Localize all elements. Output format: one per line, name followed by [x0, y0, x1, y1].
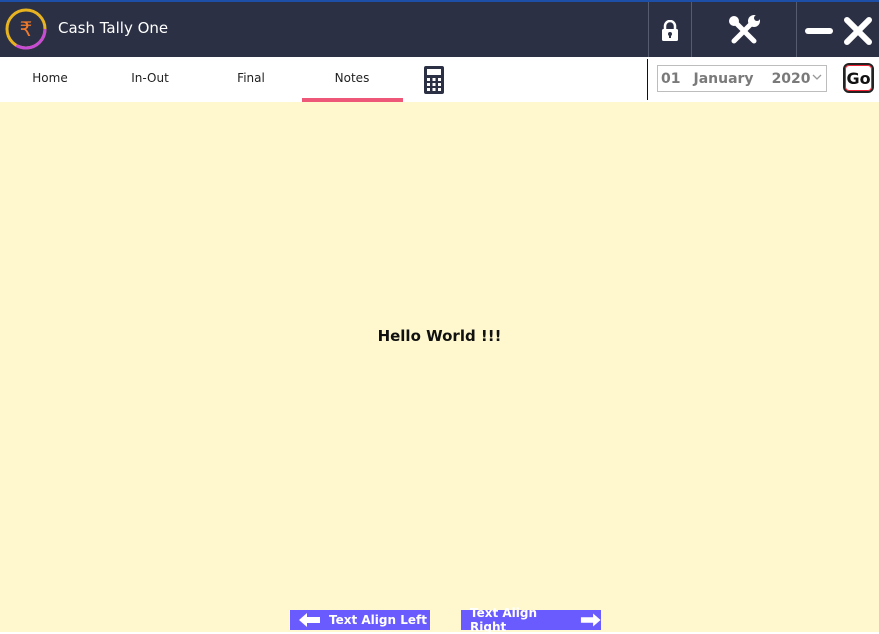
tools-icon	[729, 14, 760, 43]
go-button[interactable]: Go	[843, 63, 874, 93]
date-day: 01	[661, 70, 681, 87]
app-title: Cash Tally One	[58, 19, 169, 37]
minimize-button[interactable]	[802, 2, 836, 59]
rupee-logo-icon: ₹	[5, 8, 47, 50]
text-align-right-button[interactable]: Text Align Right	[461, 606, 601, 634]
divider	[647, 59, 648, 100]
close-button[interactable]	[840, 2, 876, 59]
text-align-left-button[interactable]: Text Align Left	[290, 610, 430, 630]
svg-text:₹: ₹	[20, 17, 33, 41]
arrow-left-icon	[299, 613, 320, 627]
nav-bar: Home In-Out Final Notes 01 January 2020 …	[0, 57, 879, 102]
date-select[interactable]: 01 January 2020	[657, 65, 827, 92]
calculator-button[interactable]	[420, 63, 448, 96]
tab-in-out[interactable]: In-Out	[100, 57, 200, 102]
title-bar: ₹ Cash Tally One	[0, 0, 879, 59]
divider	[796, 2, 797, 59]
settings-button[interactable]	[692, 2, 796, 59]
note-text: Hello World !!!	[377, 327, 502, 345]
chevron-down-icon	[812, 74, 822, 80]
tab-home[interactable]: Home	[0, 57, 100, 102]
date-month: January	[693, 70, 754, 87]
tab-notes[interactable]: Notes	[302, 57, 403, 102]
text-align-right-label: Text Align Right	[470, 606, 538, 634]
minimize-icon	[805, 27, 833, 34]
arrow-right-icon	[581, 613, 601, 627]
tab-final[interactable]: Final	[201, 57, 301, 102]
close-icon	[844, 16, 872, 45]
notes-area[interactable]: Hello World !!! Text Align Left Text Ali…	[0, 102, 879, 634]
lock-icon	[662, 19, 678, 41]
text-align-left-label: Text Align Left	[329, 613, 427, 627]
calculator-icon	[424, 65, 444, 94]
date-year: 2020	[771, 70, 811, 87]
lock-button[interactable]	[649, 2, 691, 59]
